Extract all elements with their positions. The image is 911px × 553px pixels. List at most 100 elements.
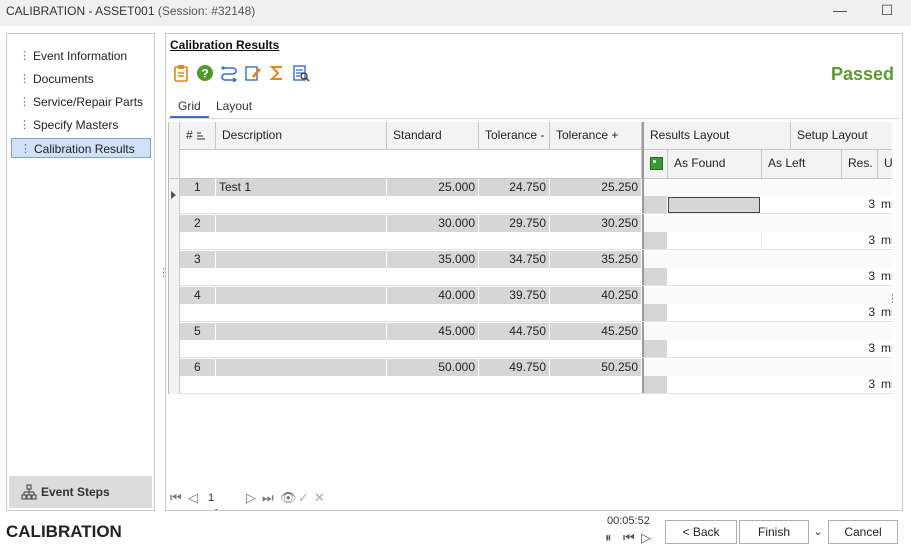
cell-res[interactable]: 3 bbox=[842, 268, 878, 285]
status-passed: Passed bbox=[830, 64, 894, 84]
cell-res[interactable]: 3 bbox=[842, 340, 878, 357]
cell-select[interactable] bbox=[644, 196, 668, 213]
cell-description[interactable] bbox=[216, 215, 387, 232]
cell-description[interactable] bbox=[216, 251, 387, 268]
row-separator bbox=[180, 213, 892, 214]
cell-results-header-row bbox=[644, 323, 892, 340]
drag-handle-icon: ⋮ bbox=[19, 119, 30, 131]
pause-icon[interactable]: ⏸ bbox=[605, 530, 612, 546]
sidebar-item-documents[interactable]: ⋮ Documents bbox=[11, 69, 151, 89]
column-header-unit[interactable]: U bbox=[878, 150, 892, 179]
tab-grid[interactable]: Grid bbox=[170, 96, 209, 118]
column-header-setup-layout[interactable]: Setup Layout bbox=[791, 122, 892, 150]
cell-res[interactable]: 3 bbox=[842, 304, 878, 321]
cell-unit: mr bbox=[881, 233, 892, 247]
cell-description[interactable] bbox=[216, 287, 387, 304]
cell-tolerance-plus[interactable]: 40.250 bbox=[550, 287, 642, 304]
cell-select[interactable] bbox=[644, 304, 668, 321]
next-record-icon[interactable]: ▷ bbox=[246, 490, 256, 506]
cell-tolerance-plus[interactable]: 25.250 bbox=[550, 179, 642, 196]
cell-select[interactable] bbox=[644, 232, 668, 249]
cell-tolerance-plus[interactable]: 30.250 bbox=[550, 215, 642, 232]
cell-select[interactable] bbox=[644, 268, 668, 285]
cell-tolerance-minus[interactable]: 44.750 bbox=[479, 323, 550, 340]
event-steps-button[interactable]: Event Steps bbox=[9, 476, 152, 508]
cell-tolerance-minus[interactable]: 49.750 bbox=[479, 359, 550, 376]
column-header-description[interactable]: Description bbox=[216, 122, 387, 150]
cell-standard[interactable]: 40.000 bbox=[387, 287, 479, 304]
column-header-as-found[interactable]: As Found bbox=[668, 150, 762, 179]
column-header-results-layout[interactable]: Results Layout bbox=[644, 122, 791, 150]
play-icon[interactable]: ▷ bbox=[641, 530, 651, 546]
tab-layout[interactable]: Layout bbox=[208, 96, 260, 118]
last-record-icon[interactable]: ⏭ bbox=[262, 490, 274, 506]
sidebar-item-service-repair-parts[interactable]: ⋮ Service/Repair Parts bbox=[11, 92, 151, 112]
column-header-num[interactable]: # bbox=[180, 122, 216, 150]
cell-unit: mr bbox=[881, 197, 892, 211]
cell-res[interactable]: 3 bbox=[842, 376, 878, 393]
help-icon[interactable]: ? bbox=[196, 64, 214, 82]
edit-icon[interactable] bbox=[244, 64, 262, 82]
maximize-button[interactable]: ☐ bbox=[876, 2, 898, 22]
cell-tolerance-plus[interactable]: 35.250 bbox=[550, 251, 642, 268]
clipboard-icon[interactable] bbox=[172, 64, 190, 82]
cancel-button[interactable]: Cancel bbox=[828, 520, 898, 544]
row-separator bbox=[180, 393, 892, 394]
cell-tolerance-minus[interactable]: 29.750 bbox=[479, 215, 550, 232]
cell-standard[interactable]: 25.000 bbox=[387, 179, 479, 196]
elapsed-timer: 00:05:52 bbox=[607, 515, 650, 527]
view-icon[interactable]: 👁 bbox=[280, 490, 297, 506]
cell-standard[interactable]: 45.000 bbox=[387, 323, 479, 340]
cell-tolerance-minus[interactable]: 24.750 bbox=[479, 179, 550, 196]
cell-tolerance-minus[interactable]: 34.750 bbox=[479, 251, 550, 268]
session-label: (Session: #32148) bbox=[157, 4, 256, 18]
column-header-as-left[interactable]: As Left bbox=[762, 150, 842, 179]
cell-unit: mr bbox=[881, 305, 892, 319]
workflow-icon[interactable] bbox=[220, 64, 238, 82]
first-record-icon[interactable]: ⏮ bbox=[170, 490, 182, 506]
column-header-tolerance-minus[interactable]: Tolerance - bbox=[479, 122, 550, 150]
cell-description[interactable] bbox=[216, 323, 387, 340]
cell-as-found[interactable] bbox=[668, 232, 762, 249]
sidebar-item-event-information[interactable]: ⋮ Event Information bbox=[11, 46, 151, 66]
sidebar-item-label: Service/Repair Parts bbox=[33, 95, 144, 109]
column-header-select[interactable] bbox=[644, 150, 668, 179]
column-header-tolerance-plus[interactable]: Tolerance + bbox=[550, 122, 642, 150]
cell-description[interactable] bbox=[216, 359, 387, 376]
sidebar-item-specify-masters[interactable]: ⋮ Specify Masters bbox=[11, 115, 151, 135]
back-button[interactable]: < Back bbox=[665, 520, 737, 544]
event-steps-panel: ⋮ Event Information ⋮ Documents ⋮ Servic… bbox=[6, 33, 155, 511]
sidebar-item-label: Documents bbox=[33, 72, 94, 86]
cell-tolerance-plus[interactable]: 50.250 bbox=[550, 359, 642, 376]
row-separator bbox=[180, 321, 892, 322]
column-header-standard[interactable]: Standard bbox=[387, 122, 479, 150]
report-icon[interactable] bbox=[292, 64, 310, 82]
cell-tolerance-minus[interactable]: 39.750 bbox=[479, 287, 550, 304]
finish-dropdown-chevron-icon[interactable]: ⌄ bbox=[811, 520, 825, 544]
header-spacer bbox=[180, 150, 642, 179]
previous-record-icon[interactable]: ◁ bbox=[188, 490, 198, 506]
cell-select[interactable] bbox=[644, 376, 668, 393]
column-header-res[interactable]: Res. bbox=[842, 150, 878, 179]
grid-resize-handle[interactable]: ⋮ bbox=[887, 292, 898, 305]
apply-check-icon[interactable]: ✓ bbox=[298, 490, 309, 506]
minimize-button[interactable]: — bbox=[829, 2, 851, 22]
restart-icon[interactable]: ⏮ bbox=[623, 530, 635, 546]
cell-standard[interactable]: 50.000 bbox=[387, 359, 479, 376]
finish-button[interactable]: Finish bbox=[739, 520, 809, 544]
cell-res[interactable]: 3 bbox=[842, 232, 878, 249]
cell-tolerance-plus[interactable]: 45.250 bbox=[550, 323, 642, 340]
cell-results-header-row bbox=[644, 179, 892, 196]
cell-select[interactable] bbox=[644, 340, 668, 357]
tabs-divider bbox=[168, 118, 900, 119]
cancel-x-icon[interactable]: ✕ bbox=[314, 490, 325, 506]
sum-icon[interactable] bbox=[268, 64, 286, 82]
cell-results-header-row bbox=[644, 215, 892, 232]
cell-description[interactable]: Test 1 bbox=[216, 179, 387, 196]
sidebar-item-calibration-results[interactable]: ⋮ Calibration Results bbox=[11, 138, 151, 158]
cell-standard[interactable]: 30.000 bbox=[387, 215, 479, 232]
row-indicator-header bbox=[169, 122, 180, 179]
cell-res[interactable]: 3 bbox=[842, 196, 878, 213]
cell-standard[interactable]: 35.000 bbox=[387, 251, 479, 268]
cell-as-found[interactable] bbox=[668, 197, 760, 213]
